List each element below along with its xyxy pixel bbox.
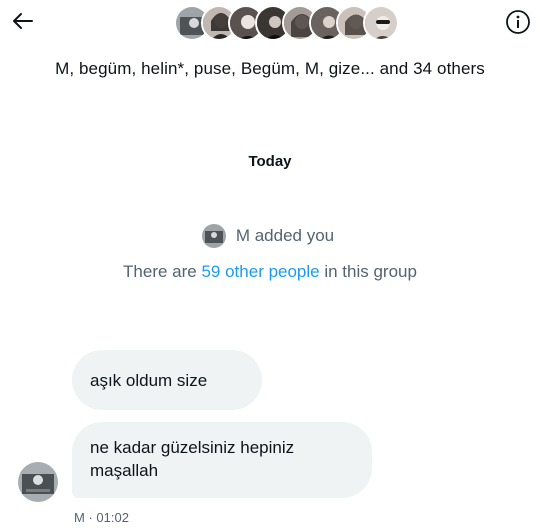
message-time: 01:02 xyxy=(96,510,129,525)
message-bubble[interactable]: ne kadar güzelsiniz hepiniz maşallah xyxy=(72,422,372,498)
back-button[interactable] xyxy=(8,6,38,36)
date-divider: Today xyxy=(248,153,292,170)
arrow-left-icon xyxy=(13,13,33,29)
group-info-prefix: There are xyxy=(123,262,202,281)
group-info-suffix: in this group xyxy=(319,262,417,281)
meta-separator: · xyxy=(84,510,97,525)
group-info-text: There are 59 other people in this group xyxy=(0,262,540,282)
message-text-line: ne kadar güzelsiniz hepiniz xyxy=(90,438,295,457)
avatar xyxy=(363,5,399,41)
info-button[interactable] xyxy=(504,8,532,36)
system-message-added: M added you xyxy=(0,224,540,248)
sender-name[interactable]: M xyxy=(74,510,85,525)
people-link[interactable]: 59 other people xyxy=(201,262,319,281)
group-avatar-stack[interactable] xyxy=(174,5,399,41)
avatar xyxy=(201,224,226,248)
dm-group-screen: M, begüm, helin*, puse, Begüm, M, gize..… xyxy=(0,0,540,528)
message-text: aşık oldum size xyxy=(90,370,208,390)
system-added-text: M added you xyxy=(235,226,335,245)
sender-avatar[interactable] xyxy=(18,462,58,502)
message-meta: M · 01:02 xyxy=(74,510,129,525)
message-bubble[interactable]: aşık oldum size xyxy=(72,350,262,410)
message-text-line: maşallah xyxy=(90,461,159,480)
info-circle-icon xyxy=(506,10,530,34)
group-name[interactable]: M, begüm, helin*, puse, Begüm, M, gize..… xyxy=(0,59,540,79)
